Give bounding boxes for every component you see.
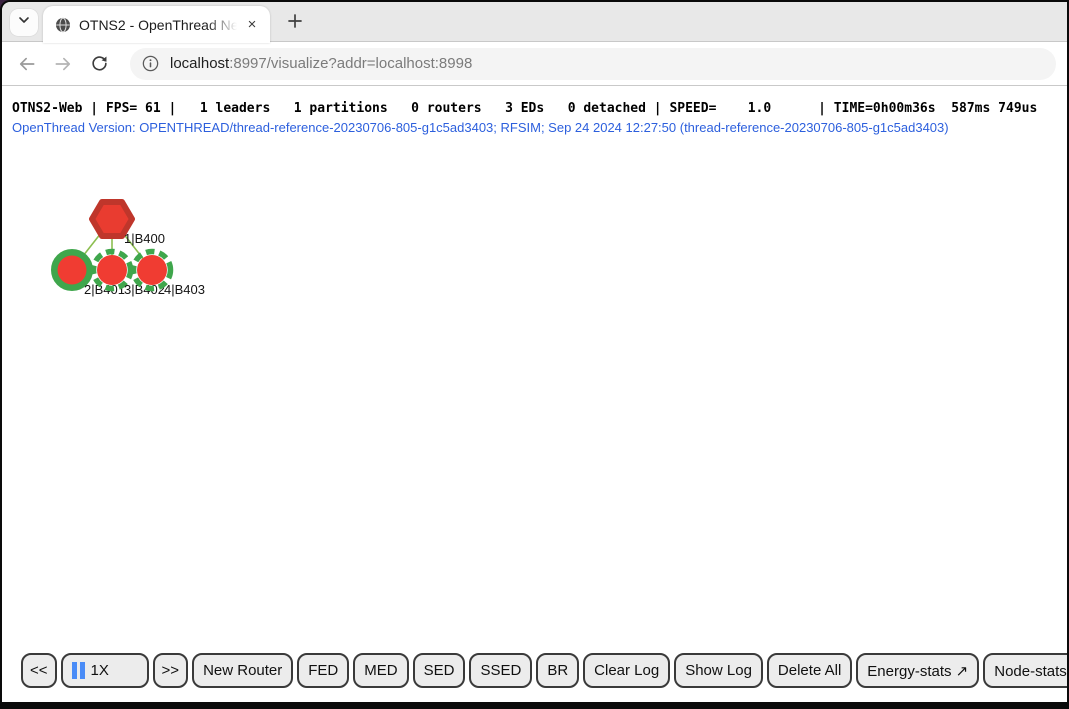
br-button-label: BR xyxy=(547,662,568,679)
speed-down-button-label: << xyxy=(30,662,48,679)
tab-close-icon[interactable]: × xyxy=(242,15,262,35)
url-field[interactable]: localhost:8997/visualize?addr=localhost:… xyxy=(130,48,1056,80)
fed-button-label: FED xyxy=(308,662,338,679)
tab-title: OTNS2 - OpenThread Ne xyxy=(79,17,242,33)
show-log-button[interactable]: Show Log xyxy=(674,653,763,688)
energy-stats-button[interactable]: Energy-stats ↗ xyxy=(856,653,979,688)
node-label-4b403: 4|B403 xyxy=(164,282,205,297)
ed-node-3b402[interactable] xyxy=(97,255,127,285)
pause-speed-button-label: 1X xyxy=(91,662,109,679)
browser-window: OTNS2 - OpenThread Ne × xyxy=(0,0,1069,709)
med-button-label: MED xyxy=(364,662,397,679)
chevron-down-icon xyxy=(16,12,32,33)
tab-otns2[interactable]: OTNS2 - OpenThread Ne × xyxy=(43,6,270,43)
speed-up-button[interactable]: >> xyxy=(153,653,189,688)
plus-icon xyxy=(286,12,304,35)
med-button[interactable]: MED xyxy=(353,653,408,688)
forward-button[interactable] xyxy=(52,53,74,75)
clear-log-button[interactable]: Clear Log xyxy=(583,653,670,688)
new-router-button-label: New Router xyxy=(203,662,282,679)
url-text: localhost:8997/visualize?addr=localhost:… xyxy=(170,55,472,72)
tab-bar: OTNS2 - OpenThread Ne × xyxy=(2,2,1067,42)
br-button[interactable]: BR xyxy=(536,653,579,688)
page-content: OTNS2-Web | FPS= 61 | 1 leaders 1 partit… xyxy=(2,87,1067,702)
fed-button[interactable]: FED xyxy=(297,653,349,688)
sim-toolbar: << 1X >> New Router FED MED SED SSED BR Clear Log… xyxy=(21,653,1069,688)
ed-node-4b403[interactable] xyxy=(137,255,167,285)
node-stats-button-label: Node-stats ↗ xyxy=(994,662,1069,680)
network-canvas: 1|B4002|B4013|B4024|B403 xyxy=(2,87,1067,647)
url-path: :8997/visualize?addr=localhost:8998 xyxy=(229,55,472,72)
globe-icon xyxy=(55,17,71,33)
delete-all-button[interactable]: Delete All xyxy=(767,653,852,688)
address-bar: localhost:8997/visualize?addr=localhost:… xyxy=(2,42,1067,86)
ssed-button[interactable]: SSED xyxy=(469,653,532,688)
new-tab-button[interactable] xyxy=(282,10,308,36)
screen: OTNS2 - OpenThread Ne × xyxy=(0,0,1069,709)
info-circle-icon[interactable] xyxy=(142,55,159,72)
node-stats-button[interactable]: Node-stats ↗ xyxy=(983,653,1069,688)
node-label-1b400: 1|B400 xyxy=(124,231,165,246)
ed-node-2b401[interactable] xyxy=(58,256,87,285)
pause-speed-button[interactable]: 1X xyxy=(61,653,149,688)
delete-all-button-label: Delete All xyxy=(778,662,841,679)
reload-button[interactable] xyxy=(88,53,110,75)
show-log-button-label: Show Log xyxy=(685,662,752,679)
speed-down-button[interactable]: << xyxy=(21,653,57,688)
url-host: localhost xyxy=(170,55,229,72)
list-all-tabs-button[interactable] xyxy=(10,9,38,36)
new-router-button[interactable]: New Router xyxy=(192,653,293,688)
sed-button-label: SED xyxy=(424,662,455,679)
back-button[interactable] xyxy=(16,53,38,75)
energy-stats-button-label: Energy-stats ↗ xyxy=(867,662,968,680)
clear-log-button-label: Clear Log xyxy=(594,662,659,679)
speed-up-button-label: >> xyxy=(162,662,180,679)
sed-button[interactable]: SED xyxy=(413,653,466,688)
pause-icon xyxy=(72,662,85,679)
ssed-button-label: SSED xyxy=(480,662,521,679)
